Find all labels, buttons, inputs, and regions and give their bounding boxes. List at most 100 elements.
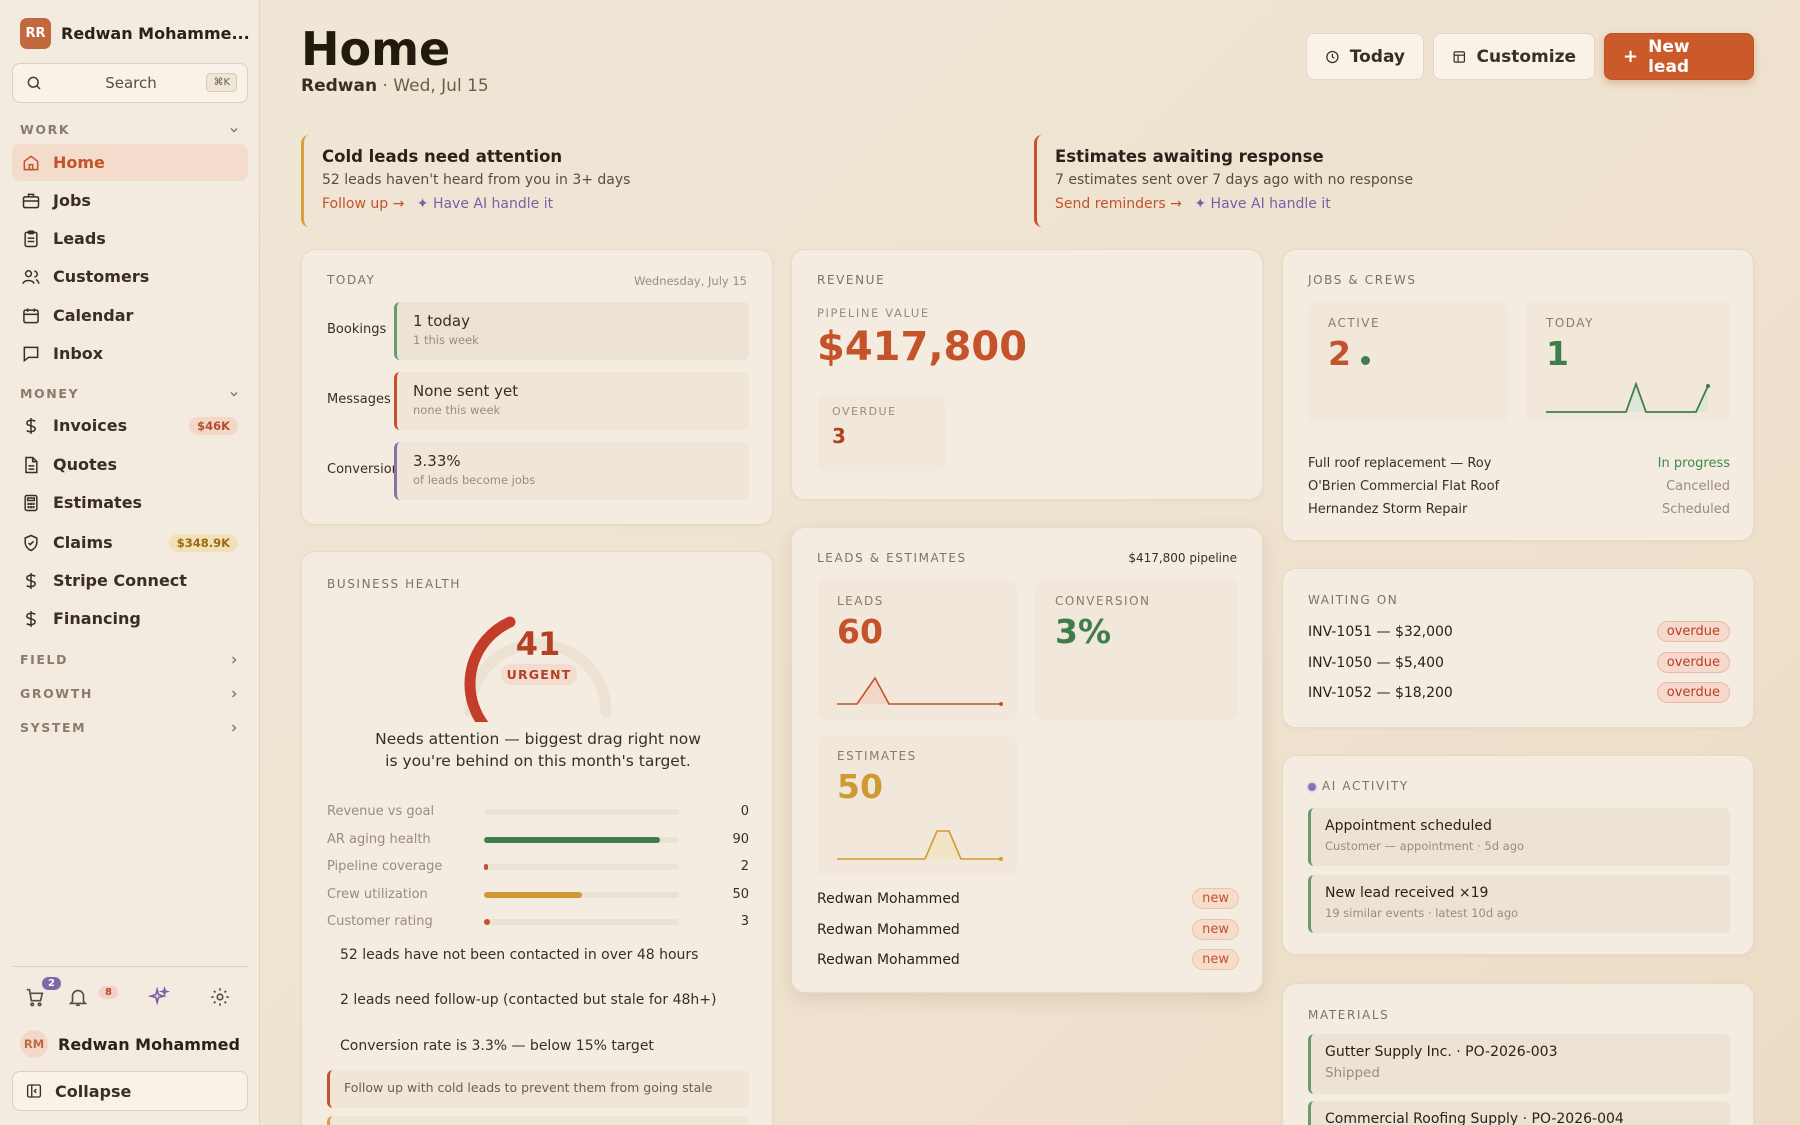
today-jobs-label: TODAY bbox=[1546, 316, 1594, 330]
sidebar-item-label: Leads bbox=[53, 229, 106, 248]
section-system[interactable]: SYSTEM bbox=[20, 720, 240, 735]
health-metric-track bbox=[484, 864, 679, 870]
ai-activity-item[interactable]: New lead received ×19 19 similar events … bbox=[1308, 875, 1730, 933]
avatar: RM bbox=[20, 1030, 48, 1058]
sidebar-item-inbox[interactable]: Inbox bbox=[12, 335, 248, 372]
job-row[interactable]: O'Brien Commercial Flat Roof Cancelled bbox=[1308, 479, 1730, 494]
today-button-label: Today bbox=[1349, 46, 1405, 67]
job-row[interactable]: Full roof replacement — Roy In progress bbox=[1308, 456, 1730, 471]
alert-cold-leads: Cold leads need attention 52 leads haven… bbox=[301, 135, 1001, 227]
material-order[interactable]: Gutter Supply Inc. · PO-2026-003 Shipped bbox=[1308, 1034, 1730, 1094]
alert-description: 7 estimates sent over 7 days ago with no… bbox=[1055, 172, 1414, 188]
section-work[interactable]: WORK bbox=[20, 122, 240, 137]
cart-icon[interactable] bbox=[24, 986, 46, 1008]
leads-value: 60 bbox=[837, 612, 883, 651]
account-name: Redwan Mohamme... bbox=[61, 24, 250, 43]
follow-up-link[interactable]: Follow up → bbox=[322, 196, 404, 212]
ai-activity-item[interactable]: Appointment scheduled Customer — appoint… bbox=[1308, 808, 1730, 866]
conversion-label: CONVERSION bbox=[1055, 594, 1151, 608]
sidebar-item-quotes[interactable]: Quotes bbox=[12, 446, 248, 483]
bell-icon[interactable] bbox=[67, 986, 89, 1008]
sidebar-item-stripe-connect[interactable]: Stripe Connect bbox=[12, 562, 248, 599]
sidebar-item-label: Claims bbox=[53, 533, 113, 552]
section-growth[interactable]: GROWTH bbox=[20, 686, 240, 701]
health-metric-value: 3 bbox=[740, 914, 749, 929]
invoice-row[interactable]: INV-1051 — $32,000 overdue bbox=[1308, 621, 1730, 642]
estimates-tile[interactable]: ESTIMATES 50 bbox=[817, 735, 1017, 875]
alert-title: Estimates awaiting response bbox=[1055, 147, 1324, 166]
today-row-label: Messages bbox=[327, 392, 391, 407]
new-lead-button[interactable]: + New lead bbox=[1604, 33, 1754, 80]
health-note: 2 leads need follow-up (contacted but st… bbox=[340, 992, 717, 1008]
sidebar-item-label: Invoices bbox=[53, 416, 128, 435]
sidebar-item-claims[interactable]: Claims $348.9K bbox=[12, 524, 248, 561]
section-field[interactable]: FIELD bbox=[20, 652, 240, 667]
user-profile[interactable]: RM Redwan Mohammed bbox=[20, 1030, 240, 1058]
current-date: Wed, Jul 15 bbox=[393, 76, 489, 96]
lead-row[interactable]: Redwan Mohammed new bbox=[817, 919, 1239, 940]
account-switcher[interactable]: RR Redwan Mohamme... bbox=[20, 18, 250, 49]
send-reminders-link[interactable]: Send reminders → bbox=[1055, 196, 1182, 212]
conversion-value: 3.33% bbox=[413, 452, 461, 470]
sidebar-item-home[interactable]: Home bbox=[12, 144, 248, 181]
home-icon bbox=[23, 154, 39, 170]
customize-button[interactable]: Customize bbox=[1433, 33, 1595, 80]
health-message-line: Needs attention — biggest drag right now bbox=[375, 730, 701, 748]
health-metric-label: Crew utilization bbox=[327, 886, 428, 902]
today-jobs-tile[interactable]: TODAY 1 bbox=[1526, 302, 1730, 422]
sparkles-icon[interactable] bbox=[148, 986, 170, 1008]
lead-row[interactable]: Redwan Mohammed new bbox=[817, 888, 1239, 909]
invoice-row[interactable]: INV-1050 — $5,400 overdue bbox=[1308, 652, 1730, 673]
sidebar-item-jobs[interactable]: Jobs bbox=[12, 182, 248, 219]
separator: · bbox=[382, 76, 388, 96]
bookings-box[interactable]: 1 today 1 this week bbox=[394, 302, 749, 360]
today-button[interactable]: Today bbox=[1306, 33, 1424, 80]
job-name: Full roof replacement — Roy bbox=[1308, 456, 1492, 471]
alert-title: Cold leads need attention bbox=[322, 147, 563, 166]
sidebar-item-calendar[interactable]: Calendar bbox=[12, 297, 248, 334]
conversion-box[interactable]: 3.33% of leads become jobs bbox=[394, 442, 749, 500]
card-label: LEADS & ESTIMATES bbox=[817, 551, 967, 565]
invoices-badge: $46K bbox=[189, 416, 238, 435]
alert-description: 52 leads haven't heard from you in 3+ da… bbox=[322, 172, 631, 188]
ai-status-dot bbox=[1308, 783, 1316, 791]
conversion-tile[interactable]: CONVERSION 3% bbox=[1035, 580, 1239, 720]
ai-handle-link[interactable]: ✦ Have AI handle it bbox=[417, 196, 553, 212]
search-input[interactable]: Search ⌘K bbox=[12, 63, 248, 103]
estimates-sparkline bbox=[837, 830, 1003, 861]
lead-row[interactable]: Redwan Mohammed new bbox=[817, 949, 1239, 970]
gear-icon[interactable] bbox=[209, 986, 231, 1008]
document-icon bbox=[25, 456, 38, 473]
health-action-item[interactable] bbox=[327, 1116, 749, 1125]
ai-handle-link[interactable]: ✦ Have AI handle it bbox=[1194, 196, 1330, 212]
today-card: TODAY Wednesday, July 15 Bookings 1 toda… bbox=[301, 249, 773, 525]
active-jobs-tile[interactable]: ACTIVE 2 bbox=[1308, 302, 1508, 422]
material-order[interactable]: Commercial Roofing Supply · PO-2026-004 bbox=[1308, 1101, 1730, 1125]
sidebar-item-leads[interactable]: Leads bbox=[12, 220, 248, 257]
bookings-value: 1 today bbox=[413, 312, 470, 330]
collapse-button[interactable]: Collapse bbox=[12, 1071, 248, 1111]
sidebar-item-financing[interactable]: Financing bbox=[12, 600, 248, 637]
greeting-user: Redwan bbox=[301, 76, 378, 96]
pipeline-total: $417,800 pipeline bbox=[1128, 551, 1237, 565]
active-value: 2 bbox=[1328, 334, 1351, 373]
sidebar-item-customers[interactable]: Customers bbox=[12, 258, 248, 295]
card-label: AI ACTIVITY bbox=[1322, 779, 1409, 793]
overdue-tile[interactable]: OVERDUE 3 bbox=[817, 395, 945, 471]
job-row[interactable]: Hernandez Storm Repair Scheduled bbox=[1308, 502, 1730, 517]
material-order-title: Gutter Supply Inc. · PO-2026-003 bbox=[1325, 1044, 1558, 1060]
health-action-item[interactable]: Follow up with cold leads to prevent the… bbox=[327, 1070, 749, 1108]
health-metric-value: 0 bbox=[740, 804, 749, 819]
health-metric-bar bbox=[484, 836, 660, 843]
leads-tile[interactable]: LEADS 60 bbox=[817, 580, 1017, 720]
health-metric-track bbox=[484, 919, 679, 925]
estimates-value: 50 bbox=[837, 767, 883, 806]
sidebar-item-invoices[interactable]: Invoices $46K bbox=[12, 407, 248, 444]
status-badge: new bbox=[1192, 919, 1239, 940]
section-money[interactable]: MONEY bbox=[20, 386, 240, 401]
search-shortcut: ⌘K bbox=[206, 73, 237, 92]
leads-sparkline bbox=[837, 676, 1003, 706]
invoice-row[interactable]: INV-1052 — $18,200 overdue bbox=[1308, 682, 1730, 703]
sidebar-item-estimates[interactable]: Estimates bbox=[12, 484, 248, 521]
messages-box[interactable]: None sent yet none this week bbox=[394, 372, 749, 430]
